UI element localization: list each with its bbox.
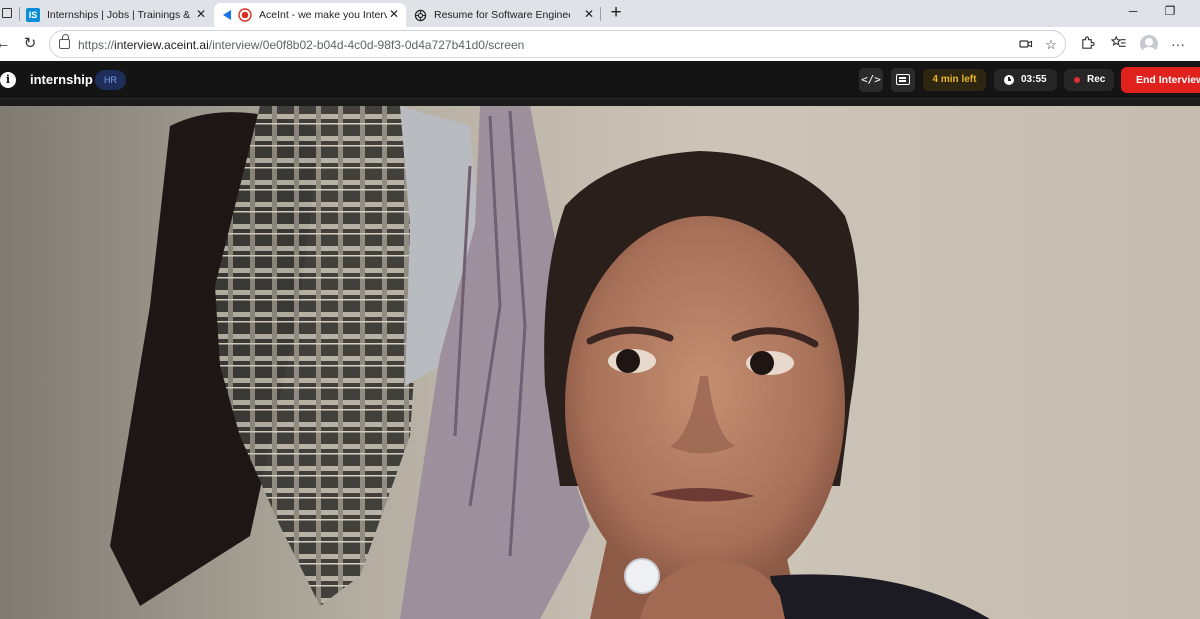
elapsed-timer: 03:55 xyxy=(994,69,1057,91)
is-logo-icon: IS xyxy=(26,8,40,22)
camera-video-feed xyxy=(0,106,1200,619)
tab-internshala[interactable]: IS Internships | Jobs | Trainings & Pla … xyxy=(26,3,213,27)
extensions-icon[interactable] xyxy=(1077,35,1097,53)
code-icon: </> xyxy=(861,73,881,86)
refresh-icon[interactable]: ↻ xyxy=(21,35,39,53)
openai-icon xyxy=(413,8,427,22)
tab-resume[interactable]: Resume for Software Engineer I ✕ xyxy=(413,3,601,27)
camera-permission-icon[interactable] xyxy=(1018,37,1034,53)
code-editor-button[interactable]: </> xyxy=(859,68,883,92)
favorites-icon[interactable] xyxy=(1109,35,1129,53)
close-tab-icon[interactable]: ✕ xyxy=(583,8,595,20)
video-frame xyxy=(0,106,1200,619)
captions-button[interactable] xyxy=(891,68,915,92)
rec-label: Rec xyxy=(1087,74,1106,85)
profile-avatar[interactable] xyxy=(1140,35,1158,53)
interview-title: internship xyxy=(30,72,93,87)
tab-title: Resume for Software Engineer I xyxy=(434,9,570,21)
more-menu-icon[interactable]: ··· xyxy=(1168,35,1188,53)
captions-icon xyxy=(896,74,910,85)
close-tab-icon[interactable]: ✕ xyxy=(195,8,207,20)
tab-aceint[interactable]: AceInt - we make you Intervi ✕ xyxy=(214,3,406,27)
minimize-icon[interactable]: ─ xyxy=(1123,4,1143,22)
browser-tab-strip: IS Internships | Jobs | Trainings & Pla … xyxy=(0,0,1200,27)
favorite-star-icon[interactable]: ☆ xyxy=(1043,37,1059,53)
lock-icon[interactable] xyxy=(59,34,70,49)
maximize-icon[interactable]: ❐ xyxy=(1160,4,1180,22)
info-icon[interactable]: i xyxy=(0,72,16,88)
close-tab-icon[interactable]: ✕ xyxy=(388,8,400,20)
end-interview-button[interactable]: End Interview xyxy=(1121,67,1200,93)
tab-title: AceInt - we make you Intervi xyxy=(259,9,387,21)
new-tab-icon[interactable]: + xyxy=(606,3,626,23)
address-bar-row: ← ↻ https://interview.aceint.ai/intervie… xyxy=(0,27,1200,61)
vertical-tabs-icon xyxy=(220,8,234,22)
back-icon[interactable]: ← xyxy=(0,35,12,53)
record-icon xyxy=(238,8,252,22)
tab-actions-icon[interactable] xyxy=(2,8,12,18)
url-text: https://interview.aceint.ai/interview/0e… xyxy=(78,38,525,52)
interview-header: i internship HR </> 4 min left 03:55 Rec… xyxy=(0,61,1200,99)
recording-dot-icon xyxy=(1074,77,1080,83)
timer-value: 03:55 xyxy=(1021,74,1047,85)
clock-icon xyxy=(1004,75,1014,85)
tab-title: Internships | Jobs | Trainings & Pla xyxy=(47,9,193,21)
url-field[interactable]: https://interview.aceint.ai/interview/0e… xyxy=(49,30,1066,58)
time-left-badge: 4 min left xyxy=(923,69,986,91)
interview-type-badge: HR xyxy=(95,70,126,90)
tab-separator xyxy=(600,7,601,21)
recording-indicator: Rec xyxy=(1064,69,1114,91)
tab-separator xyxy=(19,7,20,21)
